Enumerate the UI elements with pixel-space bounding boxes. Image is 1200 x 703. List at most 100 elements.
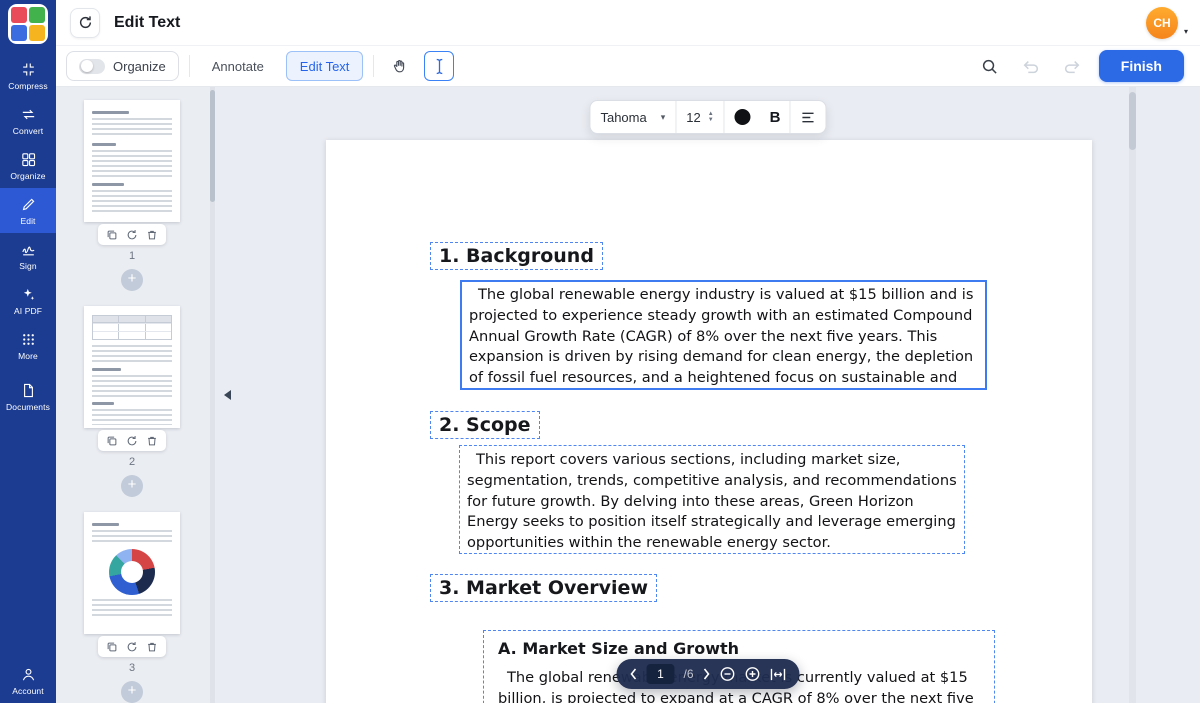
sidebar-item-account[interactable]: Account: [0, 666, 56, 696]
current-page-input[interactable]: 1: [646, 664, 674, 684]
thumb-preview-heading: [92, 111, 129, 114]
page-number: 2: [84, 456, 180, 468]
sign-icon: [20, 241, 37, 258]
account-icon: [20, 666, 37, 683]
sidebar-item-more[interactable]: More: [0, 323, 56, 368]
annotate-tab[interactable]: Annotate: [200, 51, 276, 81]
text-cursor-tool-button[interactable]: [424, 51, 454, 81]
logo-cell: [11, 7, 27, 23]
sidebar-item-edit[interactable]: Edit: [0, 188, 56, 233]
sidebar-item-label: Documents: [6, 402, 50, 412]
compress-icon: [20, 61, 37, 78]
sidebar-item-label: Account: [12, 686, 43, 696]
undo-button[interactable]: [1017, 52, 1045, 80]
thumb-preview-lines: [92, 118, 172, 138]
thumbnail-actions: [98, 430, 166, 451]
zoom-in-icon[interactable]: [745, 666, 761, 682]
thumb-preview-lines: [92, 345, 172, 363]
thumbnail-actions: [98, 224, 166, 245]
logo-cell: [29, 7, 45, 23]
finish-button[interactable]: Finish: [1099, 50, 1184, 82]
stepper-down-icon[interactable]: ▼: [708, 117, 714, 123]
avatar[interactable]: CH: [1146, 7, 1178, 39]
page-thumbnail[interactable]: [84, 306, 180, 428]
thumb-preview-heading: [92, 368, 121, 371]
delete-page-icon[interactable]: [146, 435, 158, 447]
app-sidebar: Compress Convert Organize Edit Sign AI P…: [0, 0, 56, 703]
more-grid-icon: [20, 331, 37, 348]
sidebar-item-convert[interactable]: Convert: [0, 98, 56, 143]
edit-text-tab[interactable]: Edit Text: [286, 51, 364, 81]
collapse-panel-arrow[interactable]: [224, 390, 231, 400]
search-icon: [981, 58, 998, 75]
edit-icon: [20, 196, 37, 213]
sidebar-item-ai-pdf[interactable]: AI PDF: [0, 278, 56, 323]
font-size-stepper[interactable]: ▲▼: [708, 111, 714, 123]
font-family-select[interactable]: Tahoma ▾: [590, 101, 675, 133]
text-format-toolbar: Tahoma ▾ 12 ▲▼ B: [589, 100, 826, 134]
fit-width-icon[interactable]: [770, 668, 787, 681]
total-pages-label: /6: [683, 667, 693, 681]
donut-hole: [121, 561, 143, 583]
toggle-switch[interactable]: [79, 59, 105, 74]
rotate-page-icon[interactable]: [126, 641, 138, 653]
workspace: 1 +: [56, 87, 1200, 703]
doc-paragraph-scope[interactable]: This report covers various sections, inc…: [459, 445, 965, 554]
add-page-button[interactable]: +: [121, 475, 143, 497]
divider: [373, 55, 374, 77]
sidebar-item-documents[interactable]: Documents: [0, 374, 56, 419]
next-page-icon[interactable]: [703, 668, 711, 680]
bold-button[interactable]: B: [761, 109, 790, 126]
document-page[interactable]: 1. Background The global renewable energ…: [326, 140, 1092, 703]
rotate-page-icon[interactable]: [126, 229, 138, 241]
doc-subheading-market-size[interactable]: A. Market Size and Growth: [498, 639, 984, 658]
account-menu[interactable]: CH ▾: [1146, 7, 1178, 39]
add-page-button[interactable]: +: [121, 269, 143, 291]
page-thumbnail[interactable]: [84, 512, 180, 634]
sidebar-item-compress[interactable]: Compress: [0, 53, 56, 98]
add-page-button[interactable]: +: [121, 681, 143, 703]
sidebar-item-organize[interactable]: Organize: [0, 143, 56, 188]
app-logo[interactable]: [8, 4, 48, 44]
sidebar-item-sign[interactable]: Sign: [0, 233, 56, 278]
duplicate-page-icon[interactable]: [106, 641, 118, 653]
chevron-down-icon: ▾: [1184, 27, 1188, 36]
previous-page-icon[interactable]: [629, 668, 637, 680]
redo-button[interactable]: [1058, 52, 1086, 80]
doc-heading-scope[interactable]: 2. Scope: [430, 411, 540, 439]
restart-button[interactable]: [70, 8, 100, 38]
toolbar-left-group: Organize Annotate Edit Text: [66, 51, 454, 81]
thumbnail-scrollbar[interactable]: [210, 90, 215, 202]
text-color-button[interactable]: [725, 101, 761, 133]
align-text-icon: [801, 111, 816, 124]
logo-cell: [11, 25, 27, 41]
rotate-page-icon[interactable]: [126, 435, 138, 447]
delete-page-icon[interactable]: [146, 641, 158, 653]
organize-toggle-button[interactable]: Organize: [66, 51, 179, 81]
undo-icon: [1022, 59, 1040, 74]
delete-page-icon[interactable]: [146, 229, 158, 241]
restart-icon: [78, 15, 93, 30]
align-button[interactable]: [791, 101, 826, 133]
doc-heading-background[interactable]: 1. Background: [430, 242, 603, 270]
font-size-control[interactable]: 12 ▲▼: [676, 101, 723, 133]
thumbnail-card-3: 3 +: [84, 512, 180, 703]
doc-heading-market-overview[interactable]: 3. Market Overview: [430, 574, 657, 602]
editor-toolbar: Organize Annotate Edit Text Finish: [56, 46, 1200, 87]
duplicate-page-icon[interactable]: [106, 229, 118, 241]
font-size-value: 12: [686, 110, 700, 125]
sidebar-item-label: Edit: [20, 216, 35, 226]
sidebar-item-label: More: [18, 351, 38, 361]
thumb-preview-heading: [92, 183, 124, 186]
doc-paragraph-selected[interactable]: The global renewable energy industry is …: [460, 280, 987, 390]
zoom-out-icon[interactable]: [720, 666, 736, 682]
duplicate-page-icon[interactable]: [106, 435, 118, 447]
search-button[interactable]: [976, 52, 1004, 80]
sidebar-item-label: AI PDF: [14, 306, 42, 316]
pdf-editor-app: Compress Convert Organize Edit Sign AI P…: [0, 0, 1200, 703]
page-thumbnail[interactable]: [84, 100, 180, 222]
hand-tool-button[interactable]: [384, 51, 414, 81]
thumb-preview-lines: [92, 409, 172, 425]
thumbnail-actions: [98, 636, 166, 657]
canvas-scrollbar[interactable]: [1129, 92, 1136, 150]
